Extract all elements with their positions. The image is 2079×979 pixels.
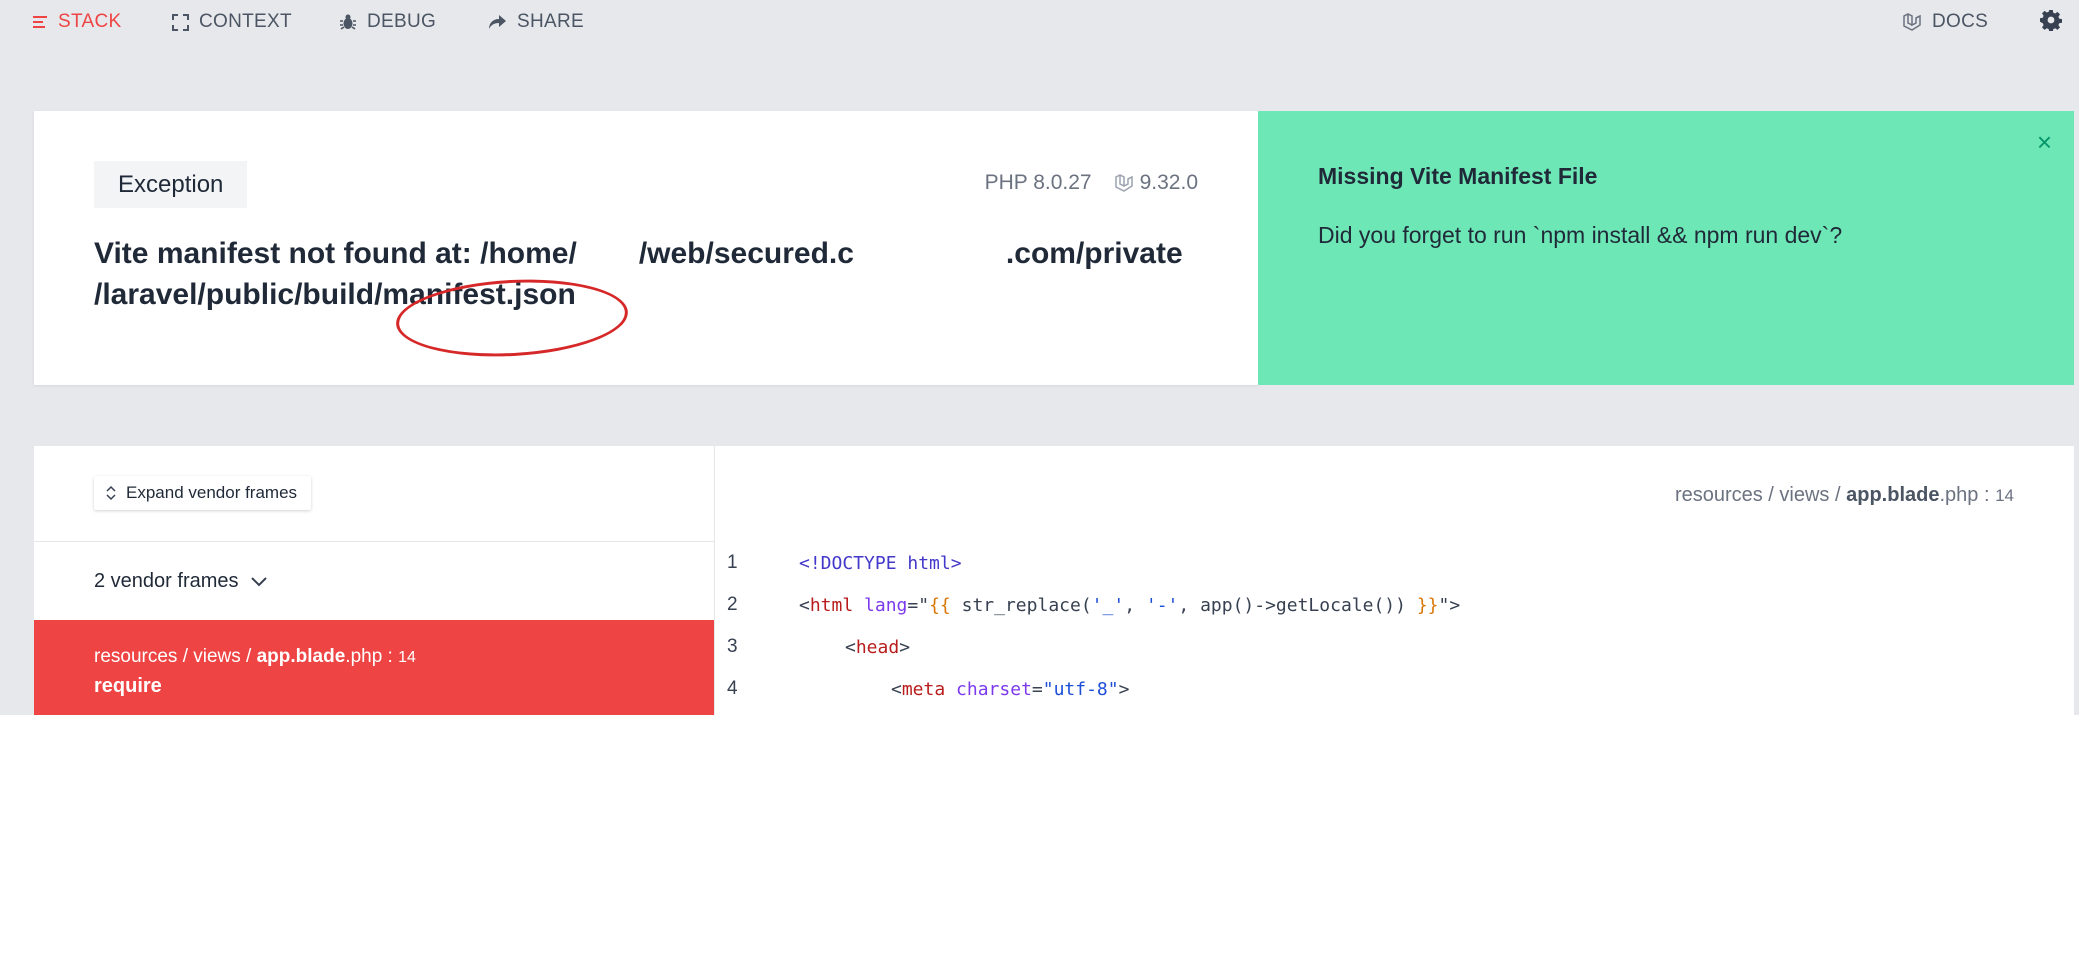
code-line[interactable]: 2 <html lang="{{ str_replace('_', '-', a… <box>715 590 2075 620</box>
nav-share-label: SHARE <box>517 11 584 32</box>
code-token: "utf-8" <box>1042 678 1119 700</box>
exception-message-part-2: /web/secured.c <box>638 237 854 270</box>
gear-icon <box>2040 10 2062 31</box>
nav-stack-label: STACK <box>58 11 122 32</box>
code-token: html <box>809 594 854 616</box>
vendor-frames-toggle[interactable]: 2 vendor frames <box>94 570 267 593</box>
nav-docs-label: DOCS <box>1932 11 1989 32</box>
code-token: < <box>845 636 856 658</box>
code-token: > <box>1118 678 1130 700</box>
code-text: <meta charset="utf-8"> <box>891 679 1129 700</box>
line-number: 1 <box>727 552 738 573</box>
code-file-path[interactable]: resources / views / app.blade.php : 14 <box>1675 484 2014 507</box>
code-token: '-' <box>1145 594 1179 616</box>
code-token: meta <box>901 678 946 700</box>
share-icon <box>489 15 506 29</box>
code-token: {{ <box>929 594 951 616</box>
chevron-up-down-icon <box>106 485 116 501</box>
code-path-prefix: resources / views / <box>1674 484 1847 506</box>
settings-button[interactable] <box>2040 8 2062 32</box>
nav-context-label: CONTEXT <box>199 11 292 32</box>
stack-icon <box>33 16 47 28</box>
exception-card: Exception PHP 8.0.27 9.32.0 Vite manifes… <box>34 111 1258 385</box>
laravel-logo-icon <box>1114 174 1133 192</box>
redaction <box>576 239 639 267</box>
exception-message: Vite manifest not found at: /home/ /web/s… <box>94 233 1204 315</box>
code-text: <!DOCTYPE html> <box>799 553 962 574</box>
expand-vendor-frames-button[interactable]: Expand vendor frames <box>94 476 312 510</box>
frame-file-name: app.blade <box>256 646 346 667</box>
vendor-frames-label: 2 vendor frames <box>94 570 239 592</box>
code-line-number: 14 <box>1995 486 2014 505</box>
stack-frames-panel: Expand vendor frames 2 vendor frames res… <box>34 446 714 715</box>
frame-file-path: resources / views / app.blade.php : 14 <box>94 646 416 668</box>
php-version: PHP 8.0.27 <box>984 171 1092 194</box>
divider <box>34 541 714 542</box>
frame-file-ext: .php <box>345 646 383 667</box>
code-file-name: app.blade <box>1846 484 1940 506</box>
bug-icon <box>340 14 356 30</box>
code-token: str_replace( <box>950 594 1092 616</box>
frame-line-number: 14 <box>398 649 416 666</box>
code-token: < <box>799 594 810 616</box>
laravel-logo-icon <box>1903 13 1921 31</box>
nav-stack[interactable]: STACK <box>32 10 121 34</box>
nav-share[interactable]: SHARE <box>488 10 584 34</box>
frame-function: require <box>94 675 162 697</box>
solution-title: Missing Vite Manifest File <box>1318 163 1598 189</box>
code-file-ext: .php <box>1939 484 1979 506</box>
code-token: , app()->getLocale()) <box>1178 594 1417 616</box>
close-icon[interactable]: × <box>2037 129 2052 155</box>
nav-debug-label: DEBUG <box>367 11 437 32</box>
exception-badge: Exception <box>94 161 248 208</box>
code-token: '_' <box>1091 594 1125 616</box>
code-text: <head> <box>845 637 910 658</box>
frame-line-sep: : <box>382 646 399 667</box>
solution-text: Did you forget to run `npm install && np… <box>1318 222 1843 248</box>
solution-card: × Missing Vite Manifest File Did you for… <box>1258 111 2074 385</box>
code-token: charset <box>956 678 1032 700</box>
code-token: <!DOCTYPE html> <box>799 552 962 574</box>
code-viewer: resources / views / app.blade.php : 14 1… <box>714 446 2074 715</box>
line-number: 2 <box>727 594 738 615</box>
nav-context[interactable]: CONTEXT <box>172 10 292 34</box>
exception-meta: PHP 8.0.27 9.32.0 <box>985 171 1198 195</box>
expand-vendor-frames-label: Expand vendor frames <box>126 483 298 502</box>
code-line[interactable]: 4 <meta charset="utf-8"> <box>715 674 2075 704</box>
code-token: head <box>855 636 900 658</box>
code-token: , <box>1124 594 1146 616</box>
code-line-sep: : <box>1978 484 1996 506</box>
expand-icon <box>172 13 189 31</box>
exception-message-part-3: .com/private <box>1005 237 1183 270</box>
line-number: 3 <box>727 636 738 657</box>
code-token: > <box>899 636 911 658</box>
code-text: <html lang="{{ str_replace('_', '-', app… <box>799 595 1460 616</box>
code-line[interactable]: 3 <head> <box>715 632 2075 662</box>
redaction <box>853 239 1006 267</box>
code-line[interactable]: 1 <!DOCTYPE html> <box>715 548 2075 578</box>
active-stack-frame[interactable]: resources / views / app.blade.php : 14 r… <box>34 620 714 715</box>
exception-message-part-1: Vite manifest not found at: /home/ <box>94 237 577 270</box>
nav-debug[interactable]: DEBUG <box>339 10 436 34</box>
code-token: }} <box>1416 594 1439 616</box>
code-token: < <box>891 678 902 700</box>
line-number: 4 <box>727 678 738 699</box>
top-nav: STACK CONTEXT DEBUG SHARE DOCS <box>0 0 2079 44</box>
frame-path-prefix: resources / views / <box>94 646 257 667</box>
code-token: lang <box>864 594 908 616</box>
code-token: = <box>1031 678 1043 700</box>
code-token: "> <box>1438 594 1461 616</box>
chevron-down-icon <box>250 576 267 586</box>
laravel-version-text: 9.32.0 <box>1139 171 1198 194</box>
laravel-version: 9.32.0 <box>1114 171 1198 195</box>
nav-docs[interactable]: DOCS <box>1902 10 1988 34</box>
code-token: =" <box>907 594 930 616</box>
